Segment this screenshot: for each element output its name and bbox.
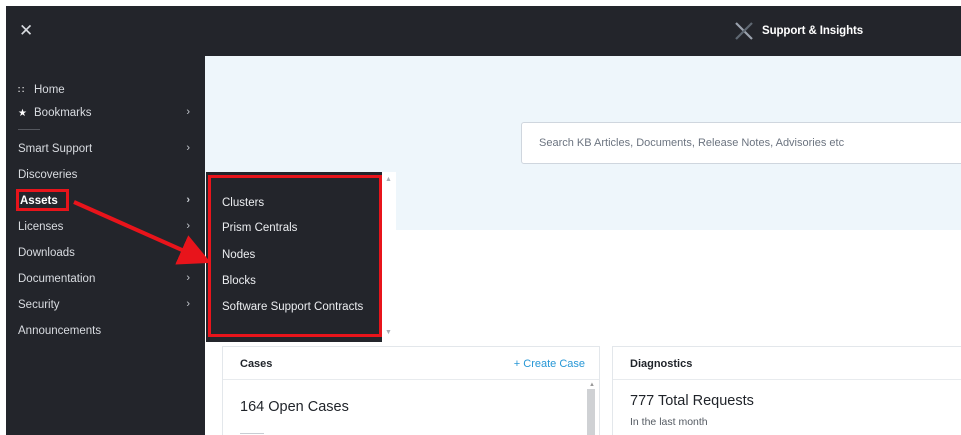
sidebar-item-label: Announcements (18, 325, 102, 337)
sidebar-item-label: Bookmarks (34, 107, 92, 119)
chevron-right-icon: › (186, 220, 190, 232)
flyout-scrollbar[interactable]: ▲ ▼ (382, 172, 396, 342)
diagnostics-title: Diagnostics (630, 358, 693, 370)
open-cases-count: 164 Open Cases (240, 399, 349, 415)
nutanix-x-logo-icon (735, 22, 753, 40)
cases-title: Cases (240, 358, 273, 370)
chevron-right-icon: › (186, 142, 190, 154)
chevron-right-icon: › (186, 194, 190, 206)
sidebar-item-security[interactable]: Security › (18, 295, 198, 315)
grid-icon: ∷ (18, 84, 25, 96)
scrollbar[interactable] (587, 389, 595, 435)
chevron-right-icon: › (186, 298, 190, 310)
top-bar: ✕ Support & Insights (6, 6, 961, 56)
sidebar-item-licenses[interactable]: Licenses › (18, 217, 198, 237)
sidebar-item-bookmarks[interactable]: ★ Bookmarks › (18, 103, 198, 123)
sidebar-item-label: Home (34, 84, 65, 96)
cases-card: Cases + Create Case 164 Open Cases ▲ (222, 346, 600, 435)
total-requests: 777 Total Requests (630, 393, 754, 409)
requests-period: In the last month (630, 416, 708, 428)
scroll-up-icon[interactable]: ▲ (385, 176, 392, 183)
sidebar-item-label: Documentation (18, 273, 96, 285)
diagnostics-card-header: Diagnostics (613, 347, 961, 380)
cases-card-header: Cases + Create Case (223, 347, 599, 380)
sidebar-item-announcements[interactable]: Announcements (18, 321, 198, 341)
diagnostics-card: Diagnostics 777 Total Requests In the la… (612, 346, 961, 435)
divider (240, 433, 264, 434)
sidebar-item-smart-support[interactable]: Smart Support › (18, 139, 198, 159)
search-placeholder: Search KB Articles, Documents, Release N… (539, 137, 845, 149)
sidebar-item-downloads[interactable]: Downloads (18, 243, 198, 263)
sidebar-item-discoveries[interactable]: Discoveries (18, 165, 198, 185)
star-icon: ★ (18, 107, 27, 119)
sidebar-item-home[interactable]: ∷ Home (18, 80, 198, 100)
close-icon[interactable]: ✕ (19, 21, 33, 41)
sidebar-item-documentation[interactable]: Documentation › (18, 269, 198, 289)
search-input[interactable]: Search KB Articles, Documents, Release N… (521, 122, 961, 164)
brand: Support & Insights (734, 21, 863, 41)
assets-highlight-box (16, 189, 69, 211)
chevron-right-icon: › (186, 106, 190, 118)
chevron-right-icon: › (186, 272, 190, 284)
create-case-link[interactable]: + Create Case (514, 358, 585, 370)
sidebar-item-label: Security (18, 299, 60, 311)
scroll-up-icon[interactable]: ▲ (589, 382, 595, 388)
scroll-down-icon[interactable]: ▼ (385, 329, 392, 336)
sidebar-item-label: Discoveries (18, 169, 78, 181)
sidebar: ∷ Home ★ Bookmarks › Smart Support › Dis… (6, 56, 205, 435)
flyout-highlight-box (208, 175, 382, 337)
sidebar-item-label: Downloads (18, 247, 75, 259)
sidebar-item-label: Smart Support (18, 143, 93, 155)
sidebar-divider (18, 129, 40, 130)
sidebar-item-label: Licenses (18, 221, 64, 233)
app-window: ✕ Support & Insights ∷ Home ★ Bookmarks … (6, 6, 961, 435)
brand-title: Support & Insights (762, 25, 864, 37)
